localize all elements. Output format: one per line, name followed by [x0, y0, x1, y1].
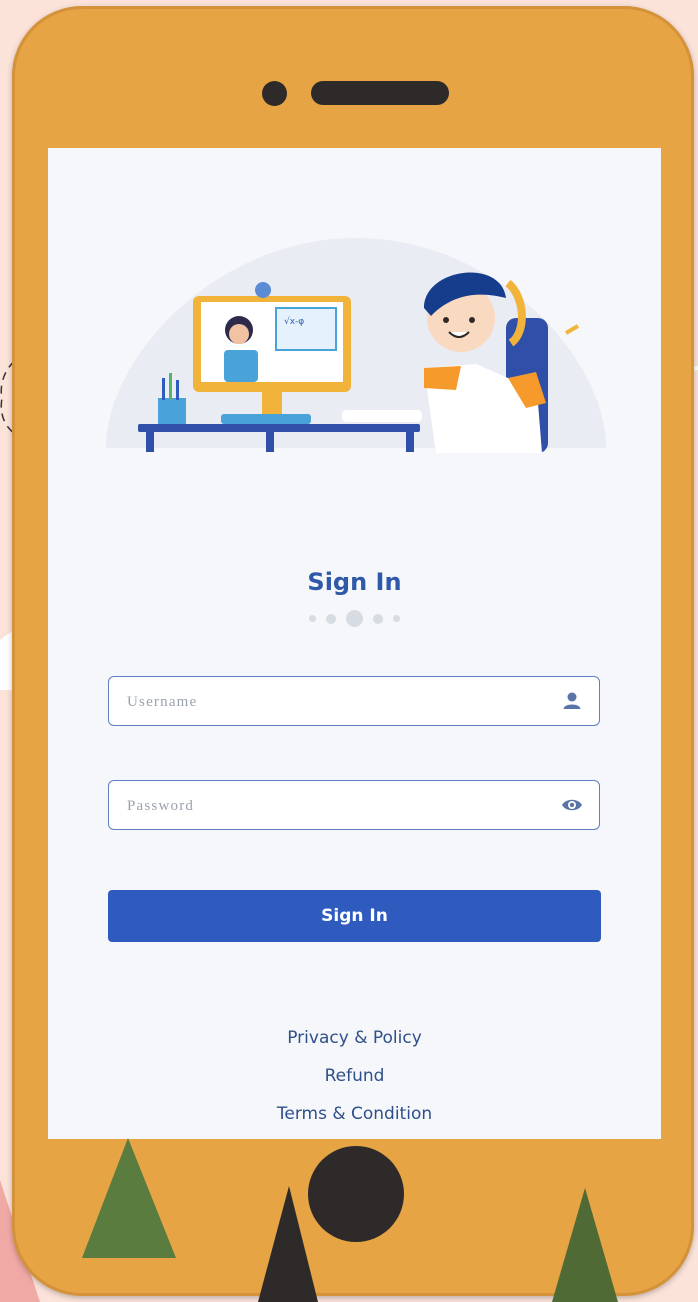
- phone-home-button[interactable]: [308, 1146, 404, 1242]
- tree-decoration: [82, 1138, 618, 1302]
